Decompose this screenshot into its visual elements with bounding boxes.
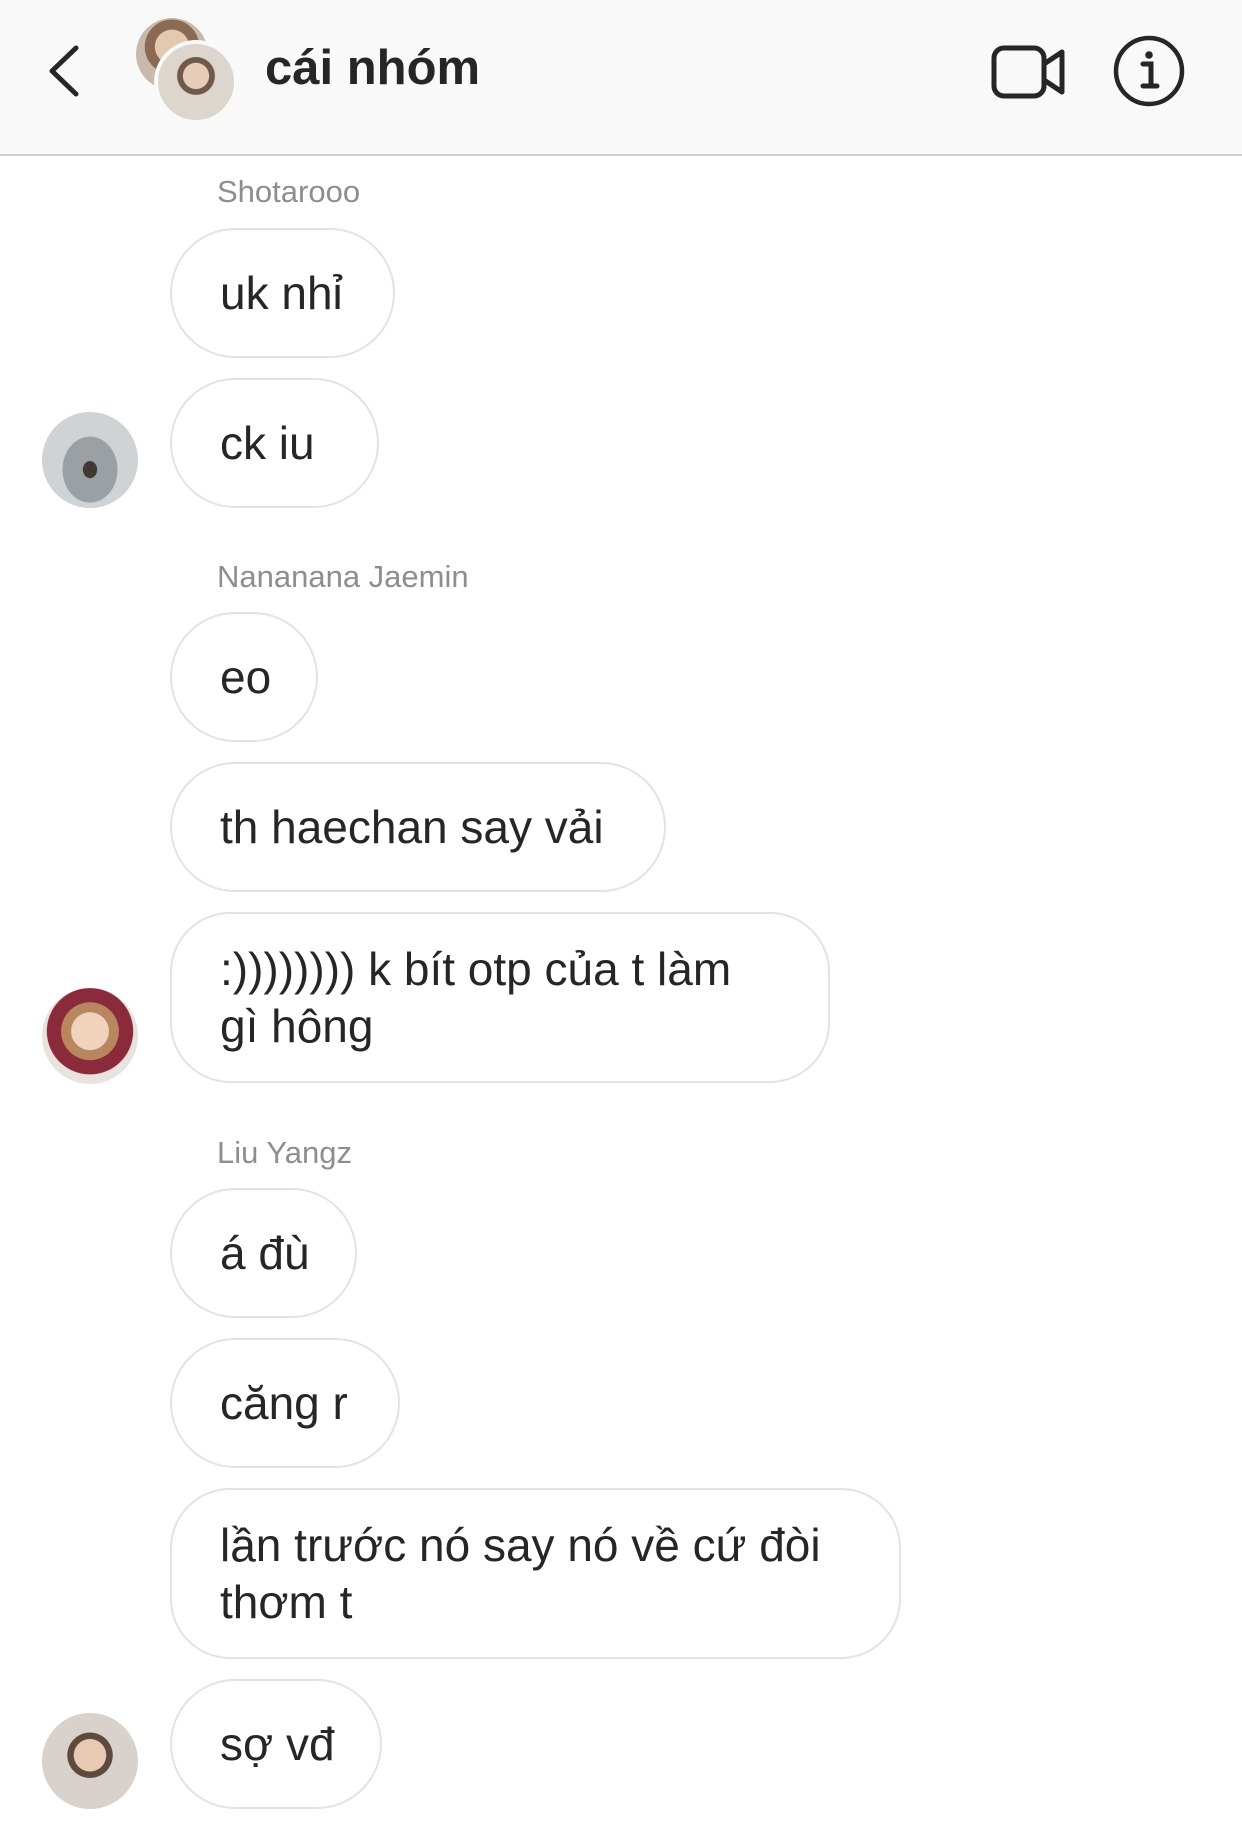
message-bubble[interactable]: uk nhỉ <box>170 228 395 358</box>
group-avatar-front <box>154 40 238 124</box>
sender-avatar[interactable] <box>42 988 138 1084</box>
thread-header: cái nhóm <box>0 0 1242 156</box>
message-bubble[interactable]: sợ vđ <box>170 1679 382 1809</box>
message-bubble[interactable]: :)))))))) k bít otp của t làm gì hông <box>170 912 830 1083</box>
video-camera-icon <box>991 45 1065 99</box>
message-bubble[interactable]: á đù <box>170 1188 357 1318</box>
sender-name: Nananana Jaemin <box>217 559 469 594</box>
message-bubble[interactable]: th haechan say vải <box>170 762 666 892</box>
sender-name: Shotarooo <box>217 174 361 209</box>
thread-title[interactable]: cái nhóm <box>265 40 480 96</box>
group-avatar[interactable] <box>136 18 241 124</box>
sender-avatar[interactable] <box>42 412 138 508</box>
message-bubble[interactable]: ck iu <box>170 378 379 508</box>
sender-name: Liu Yangz <box>217 1135 353 1170</box>
message-bubble[interactable]: eo <box>170 612 318 742</box>
back-button[interactable] <box>40 36 100 106</box>
sender-avatar[interactable] <box>42 1713 138 1809</box>
video-call-button[interactable] <box>990 42 1068 102</box>
info-icon <box>1113 35 1185 107</box>
chevron-left-icon <box>49 45 79 97</box>
message-bubble[interactable]: căng r <box>170 1338 400 1468</box>
info-button[interactable] <box>1112 34 1186 108</box>
message-bubble[interactable]: lần trước nó say nó về cứ đòi thơm t <box>170 1488 901 1659</box>
